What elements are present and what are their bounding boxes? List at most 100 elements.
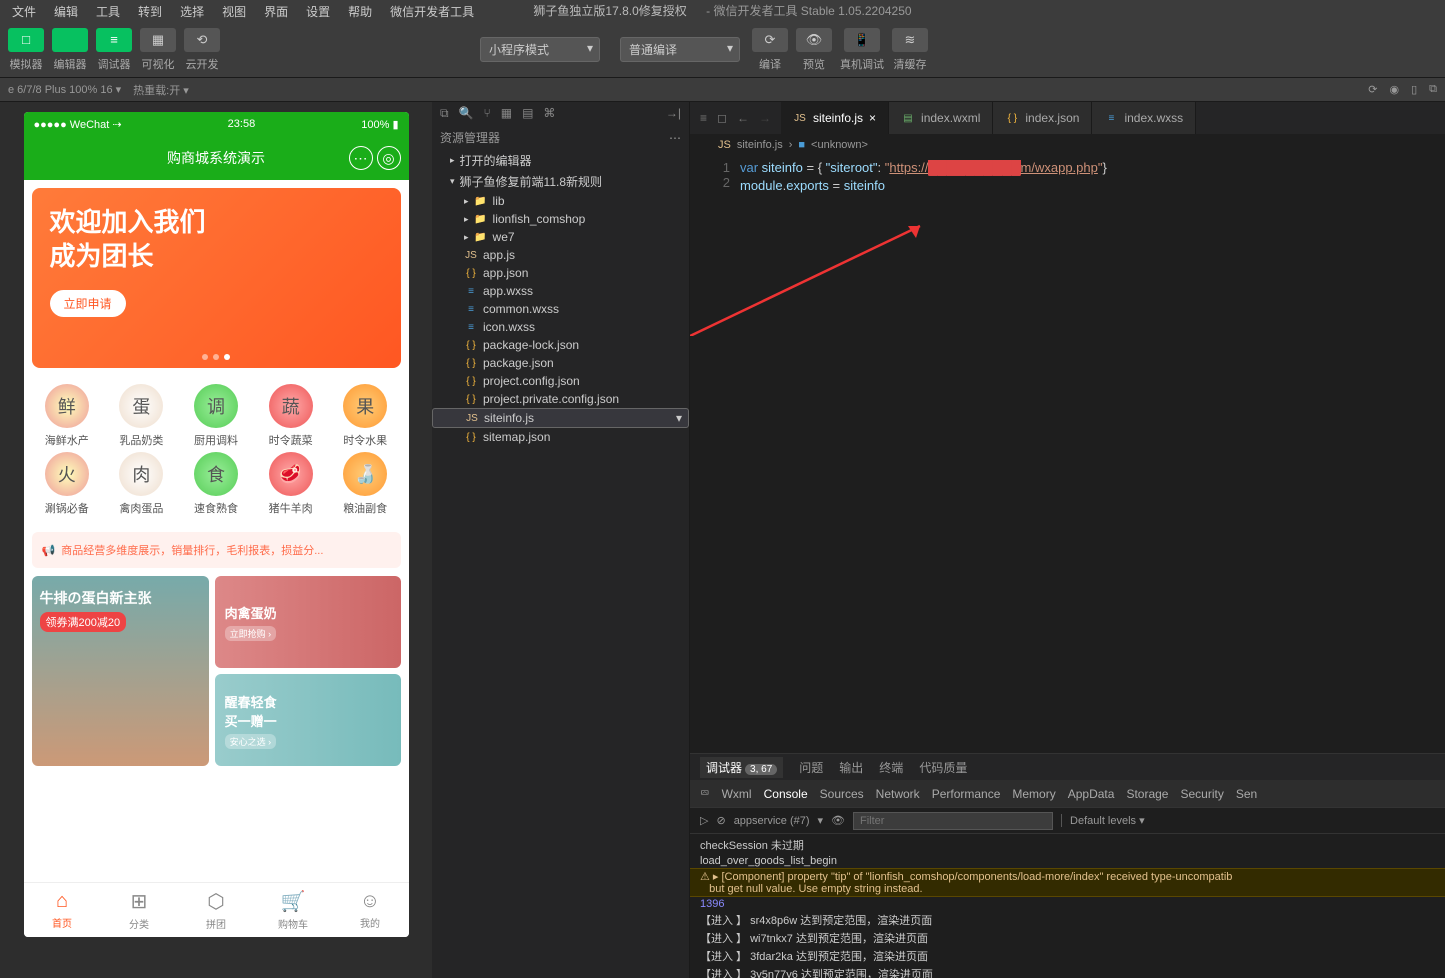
more-icon[interactable]: ⌘ xyxy=(543,106,555,121)
devtab-Performance[interactable]: Performance xyxy=(932,787,1001,801)
menu-goto[interactable]: 转到 xyxy=(130,1,170,22)
promo-small-1[interactable]: 肉禽蛋奶立即抢购 › xyxy=(215,576,401,668)
branch-icon[interactable]: ⑂ xyxy=(484,106,491,121)
breadcrumb[interactable]: JSsiteinfo.js › ■ <unknown> xyxy=(690,134,1445,156)
device-select[interactable]: e 6/7/8 Plus 100% 16 ▾ xyxy=(8,83,121,96)
console-clear-icon[interactable]: ⊘ xyxy=(716,814,725,827)
tab-拼团[interactable]: ⬡拼团 xyxy=(178,883,255,937)
tree-file[interactable]: ≡common.wxss xyxy=(432,300,689,318)
menu-view[interactable]: 视图 xyxy=(214,1,254,22)
tool-编辑器[interactable]: 编辑器 xyxy=(52,28,88,72)
console-levels[interactable]: Default levels ▾ xyxy=(1061,814,1145,827)
dbg-tab[interactable]: 输出 xyxy=(839,759,863,776)
devtab-Console[interactable]: Console xyxy=(764,787,808,801)
banner-cta-button[interactable]: 立即申请 xyxy=(50,290,126,317)
dbg-tab[interactable]: 代码质量 xyxy=(919,759,967,776)
tool-清缓存[interactable]: ≋清缓存 xyxy=(892,28,928,72)
dev-inspect-icon[interactable]: ⮹ xyxy=(700,786,710,801)
tool-模拟器[interactable]: □模拟器 xyxy=(8,28,44,72)
menu-select[interactable]: 选择 xyxy=(172,1,212,22)
menu-wx[interactable]: 微信开发者工具 xyxy=(382,1,482,22)
tool-编译[interactable]: ⟳编译 xyxy=(752,28,788,72)
dbg-tab[interactable]: 问题 xyxy=(799,759,823,776)
console-play-icon[interactable]: ▷ xyxy=(700,814,708,827)
menu-help[interactable]: 帮助 xyxy=(340,1,380,22)
category-item[interactable]: 鲜海鲜水产 xyxy=(32,384,103,448)
tree-file[interactable]: JSapp.js xyxy=(432,246,689,264)
tool-云开发[interactable]: ⟲云开发 xyxy=(184,28,220,72)
devtab-AppData[interactable]: AppData xyxy=(1068,787,1115,801)
tab-首页[interactable]: ⌂首页 xyxy=(24,883,101,937)
editor-tab[interactable]: JSsiteinfo.js× xyxy=(781,102,889,134)
tree-file[interactable]: JSsiteinfo.js xyxy=(432,408,689,428)
tree-folder[interactable]: 📁we7 xyxy=(432,228,689,246)
search-icon[interactable]: 🔍 xyxy=(459,106,474,121)
tree-file[interactable]: ≡app.wxss xyxy=(432,282,689,300)
device-icon[interactable]: ▯ xyxy=(1411,83,1417,96)
dbg-tab[interactable]: 调试器3, 67 xyxy=(700,757,783,778)
tree-file[interactable]: { }sitemap.json xyxy=(432,428,689,446)
bookmark-icon[interactable]: ◻ xyxy=(717,111,727,125)
category-item[interactable]: 火涮锅必备 xyxy=(32,452,103,516)
promo-small-2[interactable]: 醒春轻食买一赠一安心之选 › xyxy=(215,674,401,766)
editor-tab[interactable]: ≡index.wxss xyxy=(1092,102,1196,134)
console-filter-input[interactable] xyxy=(853,812,1053,830)
collapse-icon[interactable]: →| xyxy=(666,106,681,121)
category-item[interactable]: 蛋乳品奶类 xyxy=(106,384,177,448)
console-eye-icon[interactable]: 👁 xyxy=(831,814,845,827)
mode-select[interactable]: 小程序模式 xyxy=(480,37,600,62)
editor-tab[interactable]: ▤index.wxml xyxy=(889,102,993,134)
popout-icon[interactable]: ⧉ xyxy=(1429,83,1437,96)
category-item[interactable]: 肉禽肉蛋品 xyxy=(106,452,177,516)
tree-file[interactable]: { }package.json xyxy=(432,354,689,372)
tab-分类[interactable]: ⊞分类 xyxy=(101,883,178,937)
tab-我的[interactable]: ☺我的 xyxy=(332,883,409,937)
tree-file[interactable]: { }project.config.json xyxy=(432,372,689,390)
tree-open-editors[interactable]: 打开的编辑器 xyxy=(432,150,689,171)
tree-project-root[interactable]: 狮子鱼修复前端11.8新规则 xyxy=(432,171,689,192)
devtab-Sources[interactable]: Sources xyxy=(820,787,864,801)
banner[interactable]: 欢迎加入我们成为团长 立即申请 xyxy=(32,188,401,368)
menu-settings[interactable]: 设置 xyxy=(298,1,338,22)
tab-购物车[interactable]: 🛒购物车 xyxy=(255,883,332,937)
devtab-Sen[interactable]: Sen xyxy=(1236,787,1257,801)
close-icon[interactable]: × xyxy=(869,111,876,125)
devtab-Wxml[interactable]: Wxml xyxy=(722,787,752,801)
promo-large[interactable]: 牛排の蛋白新主张 领券满200减20 xyxy=(32,576,209,766)
category-item[interactable]: 食速食熟食 xyxy=(181,452,252,516)
menu-ui[interactable]: 界面 xyxy=(256,1,296,22)
tree-folder[interactable]: 📁lib xyxy=(432,192,689,210)
category-item[interactable]: 果时令水果 xyxy=(330,384,401,448)
category-item[interactable]: 蔬时令蔬菜 xyxy=(255,384,326,448)
category-item[interactable]: 🍶粮油副食 xyxy=(330,452,401,516)
notice-bar[interactable]: 📢 商品经营多维度展示，销量排行，毛利报表，损益分... xyxy=(32,532,401,568)
tree-file[interactable]: { }project.private.config.json xyxy=(432,390,689,408)
console-context[interactable]: appservice (#7) xyxy=(734,815,810,827)
tool-真机调试[interactable]: 📱真机调试 xyxy=(840,28,884,72)
tool-调试器[interactable]: ≡调试器 xyxy=(96,28,132,72)
devtab-Memory[interactable]: Memory xyxy=(1012,787,1055,801)
files-icon[interactable]: ⧉ xyxy=(440,106,449,121)
category-item[interactable]: 🥩猪牛羊肉 xyxy=(255,452,326,516)
capsule-menu-icon[interactable]: ⋯ xyxy=(349,146,373,170)
refresh-icon[interactable]: ⟳ xyxy=(1368,83,1377,96)
tree-folder[interactable]: 📁lionfish_comshop xyxy=(432,210,689,228)
outline-icon[interactable]: ▤ xyxy=(522,106,533,121)
menu-edit[interactable]: 编辑 xyxy=(46,1,86,22)
tree-file[interactable]: ≡icon.wxss xyxy=(432,318,689,336)
explorer-menu-icon[interactable]: ⋯ xyxy=(669,131,681,145)
dbg-tab[interactable]: 终端 xyxy=(879,759,903,776)
editor-tab[interactable]: { }index.json xyxy=(993,102,1092,134)
compile-select[interactable]: 普通编译 xyxy=(620,37,740,62)
code-editor[interactable]: 12 var siteinfo = { "siteroot": "https:/… xyxy=(690,156,1445,753)
record-icon[interactable]: ◉ xyxy=(1389,83,1399,96)
back-icon[interactable]: ← xyxy=(737,111,749,125)
hot-reload[interactable]: 热重载:开 ▾ xyxy=(133,82,189,98)
tool-可视化[interactable]: ▦可视化 xyxy=(140,28,176,72)
forward-icon[interactable]: → xyxy=(759,111,771,125)
tree-file[interactable]: { }app.json xyxy=(432,264,689,282)
devtab-Network[interactable]: Network xyxy=(876,787,920,801)
capsule-close-icon[interactable]: ◎ xyxy=(377,146,401,170)
category-item[interactable]: 调厨用调料 xyxy=(181,384,252,448)
devtab-Security[interactable]: Security xyxy=(1180,787,1223,801)
